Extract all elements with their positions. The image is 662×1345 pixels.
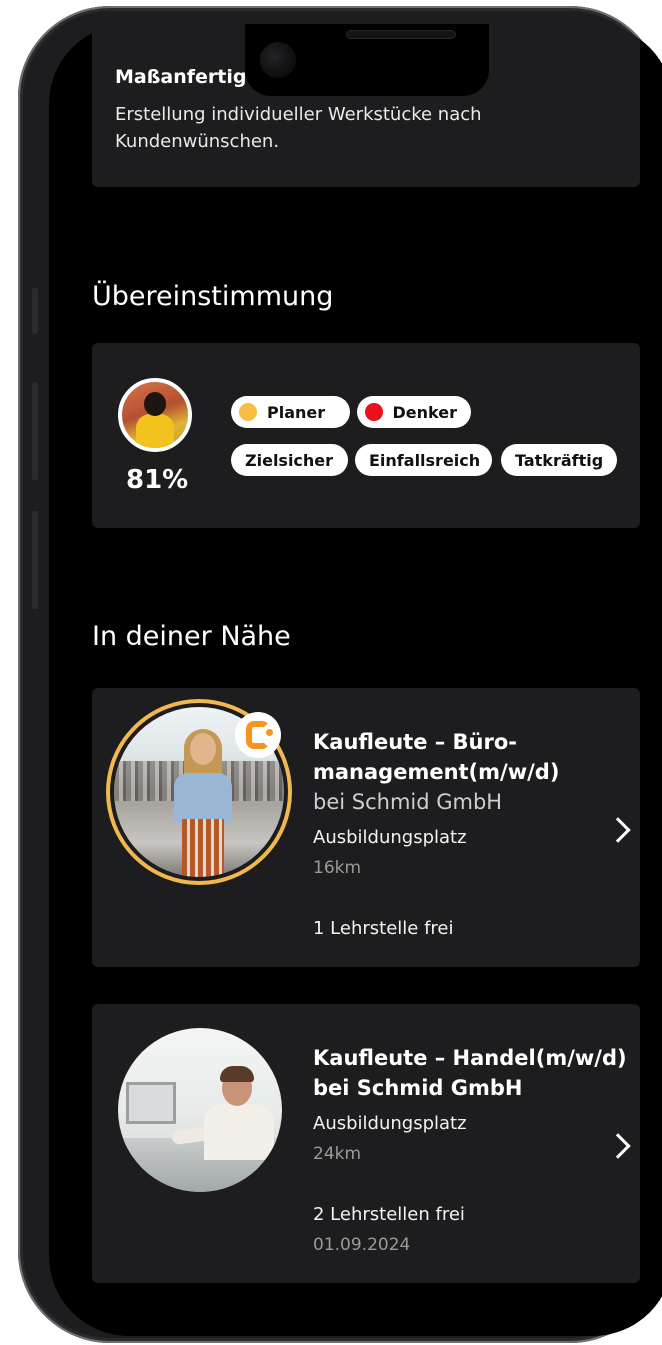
side-button: [32, 288, 38, 334]
service-title: Maßanfertig: [115, 66, 247, 88]
chip-label: Planer: [267, 402, 326, 422]
job-start-date: 01.09.2024: [313, 1235, 411, 1255]
denker-dot-icon: [365, 403, 383, 421]
chip-denker: Denker: [357, 396, 471, 428]
job-distance: 16km: [313, 858, 362, 878]
screen: Maßanfertig Erstellung individueller Wer…: [49, 24, 662, 1336]
job-openings: 1 Lehrstelle frei: [313, 918, 454, 939]
chevron-right-icon[interactable]: [605, 817, 631, 843]
planer-dot-icon: [239, 403, 257, 421]
notch: [245, 24, 489, 96]
service-description: Erstellung individueller Werkstücke nach…: [115, 104, 482, 152]
job-type: Ausbildungsplatz: [313, 1113, 467, 1134]
chip-label: Denker: [392, 402, 457, 422]
job-title: Kaufleute – Büro-: [313, 730, 518, 754]
job-company: bei Schmid GmbH: [313, 790, 503, 814]
section-title-nearby: In deiner Nähe: [92, 621, 291, 652]
chip-planer: Planer: [231, 396, 350, 428]
avatar: [118, 378, 192, 452]
job-company: bei Schmid GmbH: [313, 1076, 523, 1100]
job-type: Ausbildungsplatz: [313, 827, 467, 848]
chip-trait-einfallsreich: Einfallsreich: [355, 444, 492, 476]
chip-trait-tatkraeftig: Tatkräftig: [501, 444, 617, 476]
job-card[interactable]: Kaufleute – Büro- management(m/w/d) bei …: [92, 688, 640, 967]
company-logo-icon: [235, 712, 281, 758]
job-photo: [118, 1028, 282, 1192]
job-card[interactable]: Kaufleute – Handel(m/w/d) bei Schmid Gmb…: [92, 1004, 640, 1283]
volume-up-button: [32, 382, 38, 480]
volume-down-button: [32, 511, 38, 609]
phone-frame: Maßanfertig Erstellung individueller Wer…: [18, 6, 662, 1343]
chip-trait-zielsicher: Zielsicher: [231, 444, 348, 476]
job-openings: 2 Lehrstellen frei: [313, 1204, 465, 1225]
match-percent: 81%: [126, 465, 189, 495]
job-distance: 24km: [313, 1144, 362, 1164]
match-card[interactable]: 81% Planer Denker Zielsicher Einfallsrei…: [92, 343, 640, 528]
chevron-right-icon[interactable]: [605, 1133, 631, 1159]
job-title-line2: management(m/w/d): [313, 760, 560, 784]
camera-icon: [260, 42, 296, 78]
job-title: Kaufleute – Handel(m/w/d): [313, 1046, 627, 1070]
speaker: [346, 30, 456, 39]
section-title-match: Übereinstimmung: [92, 281, 334, 312]
